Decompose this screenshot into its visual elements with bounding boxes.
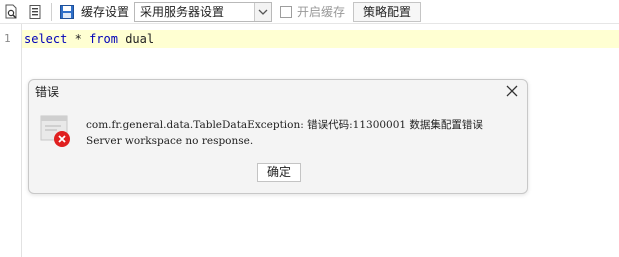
error-detail: Server workspace no response. — [86, 135, 254, 147]
cache-settings-label: 缓存设置 — [81, 5, 130, 19]
policy-config-button[interactable]: 策略配置 — [353, 2, 421, 22]
enable-cache-checkbox[interactable] — [280, 6, 292, 18]
error-dialog: 错误 com.fr.general.data.TableDataExceptio… — [28, 79, 528, 194]
ok-button[interactable]: 确定 — [257, 163, 301, 182]
chevron-down-icon[interactable] — [254, 3, 271, 21]
dialog-title: 错误 — [35, 85, 60, 99]
error-message: com.fr.general.data.TableDataException: … — [86, 119, 483, 131]
sql-dataset-editor: 缓存设置 采用服务器设置 开启缓存 策略配置 1 select * from d… — [0, 0, 619, 257]
sql-keyword-from: from — [89, 32, 118, 46]
error-icon — [40, 115, 70, 147]
preview-icon[interactable] — [3, 4, 19, 20]
save-cache-icon[interactable] — [59, 4, 75, 20]
close-icon[interactable] — [505, 84, 519, 98]
parameter-icon[interactable] — [27, 4, 43, 20]
sql-star: * — [74, 32, 82, 46]
line-number: 1 — [4, 32, 11, 45]
toolbar-separator — [51, 3, 52, 21]
line-number-gutter — [0, 24, 22, 257]
toolbar: 缓存设置 采用服务器设置 开启缓存 策略配置 — [0, 0, 619, 24]
sql-keyword-select: select — [24, 32, 68, 46]
sql-table-name: dual — [125, 32, 155, 46]
cache-mode-value: 采用服务器设置 — [140, 5, 225, 19]
enable-cache-label: 开启缓存 — [297, 5, 346, 19]
sql-editor[interactable]: select * from dual — [24, 31, 154, 47]
cache-mode-select[interactable]: 采用服务器设置 — [134, 2, 272, 22]
